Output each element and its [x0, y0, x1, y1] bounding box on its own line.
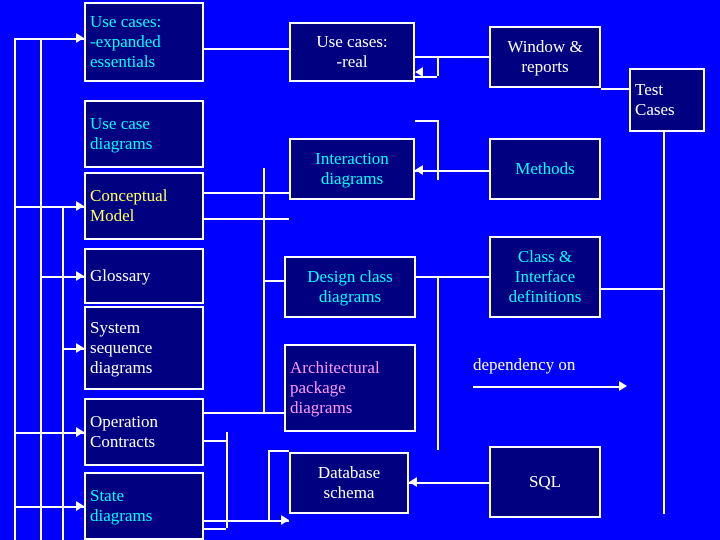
connector-line — [663, 132, 665, 514]
connector-line — [204, 440, 226, 442]
arrow-head — [619, 381, 627, 391]
node-methods[interactable]: Methods — [489, 138, 601, 200]
connector-line — [263, 218, 265, 280]
connector-line — [263, 280, 265, 412]
connector-line — [204, 48, 289, 50]
connector-line — [40, 38, 42, 540]
connector-line — [601, 288, 663, 290]
node-test-cases[interactable]: Test Cases — [629, 68, 705, 132]
arrow-head — [281, 515, 289, 525]
node-label: Glossary — [90, 265, 151, 285]
connector-line — [204, 192, 289, 194]
node-window-and-reports[interactable]: Window & reports — [489, 26, 601, 88]
node-label: Design class diagrams — [307, 266, 393, 306]
node-glossary[interactable]: Glossary — [84, 248, 204, 304]
node-label: Conceptual Model — [90, 185, 168, 225]
connector-line — [268, 450, 270, 520]
connector-line — [14, 38, 16, 540]
dependency-on-annotation: dependency on — [473, 355, 576, 374]
node-class-interface-definitions[interactable]: Class & Interface definitions — [489, 236, 601, 318]
arrow-head — [76, 501, 84, 511]
node-state-diagrams[interactable]: State diagrams — [84, 472, 204, 540]
arrow-head — [76, 343, 84, 353]
arrow-head — [415, 165, 423, 175]
connector-line — [204, 520, 289, 522]
connector-line — [62, 208, 64, 540]
arrow-head — [76, 33, 84, 43]
node-sql[interactable]: SQL — [489, 446, 601, 518]
node-label: Methods — [515, 158, 575, 178]
node-label: System sequence diagrams — [90, 317, 153, 378]
connector-line — [204, 218, 289, 220]
node-label: Window & reports — [507, 36, 583, 76]
connector-line — [409, 482, 489, 484]
node-system-sequence-diagrams[interactable]: System sequence diagrams — [84, 306, 204, 390]
connector-line — [415, 56, 489, 58]
connector-line — [601, 88, 629, 90]
node-label: State diagrams — [90, 485, 153, 525]
node-label: Database schema — [317, 462, 381, 502]
node-use-case-diagrams[interactable]: Use case diagrams — [84, 100, 204, 168]
connector-line — [263, 280, 284, 282]
node-label: Use cases: -expanded essentials — [90, 11, 162, 72]
node-design-class-diagrams[interactable]: Design class diagrams — [284, 256, 416, 318]
node-interaction-diagrams[interactable]: Interaction diagrams — [289, 138, 415, 200]
node-label: Test Cases — [635, 79, 675, 119]
connector-line — [204, 528, 226, 530]
connector-line — [416, 276, 489, 278]
arrow-head — [76, 271, 84, 281]
node-operation-contracts[interactable]: Operation Contracts — [84, 398, 204, 466]
node-database-schema[interactable]: Database schema — [289, 452, 409, 514]
connector-line — [415, 170, 489, 172]
connector-line — [437, 276, 439, 338]
connector-line — [437, 120, 439, 180]
arrow-head — [409, 477, 417, 487]
node-label: Class & Interface definitions — [508, 246, 582, 307]
connector-line — [226, 432, 228, 528]
node-architectural-package-diagrams[interactable]: Architectural package diagrams — [284, 344, 416, 432]
connector-line — [204, 412, 284, 414]
node-label: Interaction diagrams — [315, 148, 389, 188]
node-label: Use cases: -real — [316, 31, 388, 71]
annotation-underline — [473, 386, 621, 388]
node-conceptual-model[interactable]: Conceptual Model — [84, 172, 204, 240]
node-use-cases-real[interactable]: Use cases: -real — [289, 22, 415, 82]
node-label: Architectural package diagrams — [290, 357, 380, 418]
diagram-canvas: Use cases: -expanded essentials Use cases:… — [0, 0, 720, 540]
node-label: Use case diagrams — [90, 113, 153, 153]
arrow-head — [76, 427, 84, 437]
connector-line — [415, 120, 437, 122]
arrow-head — [76, 201, 84, 211]
node-use-cases-expanded-essentials[interactable]: Use cases: -expanded essentials — [84, 2, 204, 82]
connector-line — [415, 76, 437, 78]
connector-line — [437, 56, 439, 76]
node-label: SQL — [528, 471, 562, 491]
connector-line — [268, 450, 289, 452]
node-label: Operation Contracts — [90, 411, 158, 451]
connector-line — [437, 338, 439, 450]
